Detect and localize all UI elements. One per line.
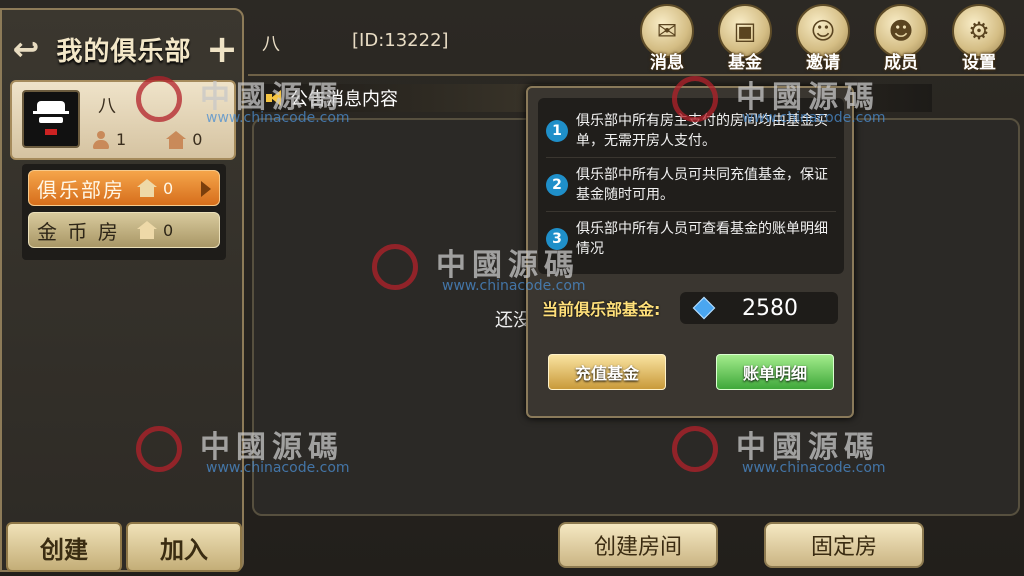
room-type-gold-room[interactable]: 金 币 房 0 <box>28 212 220 248</box>
room-type-label: 金 币 房 <box>37 219 120 244</box>
house-icon <box>137 221 157 239</box>
avatar-icon <box>33 99 69 139</box>
add-club-button[interactable]: + <box>202 27 242 71</box>
fund-tips: 1 俱乐部中所有房主支付的房间均由基金买单，无需开房人支付。 2 俱乐部中所有人… <box>538 98 844 274</box>
fund-buttons: 充值基金 账单明细 <box>548 354 834 390</box>
room-stat: 0 <box>166 130 202 149</box>
invite-label: 邀请 <box>806 53 840 73</box>
room-type-label: 俱乐部房 <box>37 177 125 202</box>
room-type-count: 0 <box>137 179 173 198</box>
notice-text: 公告消息内容 <box>290 89 398 110</box>
room-count: 0 <box>192 130 203 149</box>
message-label: 消息 <box>650 53 684 73</box>
top-club-id: [ID:13222] <box>352 30 449 51</box>
tip-text: 俱乐部中所有房主支付的房间均由基金买单，无需开房人支付。 <box>576 112 828 149</box>
avatar <box>22 90 80 148</box>
fund-tip: 2 俱乐部中所有人员可共同充值基金，保证基金随时可用。 <box>546 158 836 212</box>
club-card[interactable]: 八 1 0 <box>10 80 236 160</box>
club-stats: 1 0 <box>92 130 202 149</box>
tip-text: 俱乐部中所有人员可查看基金的账单明细情况 <box>576 221 828 257</box>
left-panel-title: 我的俱乐部 <box>56 36 192 67</box>
club-name: 八 <box>98 96 116 117</box>
members-button[interactable]: ☻ 成员 <box>870 4 932 73</box>
top-divider <box>248 74 1024 76</box>
fund-label: 基金 <box>728 53 762 73</box>
top-icon-bar: ✉ 消息 ▣ 基金 ☺ 邀请 ☻ 成员 ⚙ 设置 <box>636 4 1010 73</box>
tip-number-icon: 2 <box>546 173 568 196</box>
recharge-fund-button[interactable]: 充值基金 <box>548 354 666 390</box>
room-action-buttons: 创建房间 固定房 <box>558 522 924 568</box>
fund-balance-label: 当前俱乐部基金: <box>542 300 661 319</box>
top-club-name: 八 <box>262 34 280 55</box>
room-type-club-room[interactable]: 俱乐部房 0 <box>28 170 220 206</box>
back-arrow-icon[interactable]: ↩ <box>6 29 46 69</box>
members-label: 成员 <box>884 53 918 73</box>
room-type-count-value: 0 <box>163 220 174 240</box>
left-header: ↩ 我的俱乐部 + <box>6 24 242 74</box>
fund-tip: 3 俱乐部中所有人员可查看基金的账单明细情况 <box>546 212 836 266</box>
left-bottom-buttons: 创建 加入 <box>6 522 242 572</box>
invite-button[interactable]: ☺ 邀请 <box>792 4 854 73</box>
left-panel: ↩ 我的俱乐部 + 八 1 0 俱乐部房 0 金 币 房 0 创建 加入 <box>0 8 244 572</box>
fund-balance-box: 2580 <box>680 292 838 324</box>
member-stat: 1 <box>92 130 126 149</box>
join-club-button[interactable]: 加入 <box>126 522 242 572</box>
room-type-list: 俱乐部房 0 金 币 房 0 <box>22 164 226 260</box>
fund-button[interactable]: ▣ 基金 <box>714 4 776 73</box>
create-club-button[interactable]: 创建 <box>6 522 122 572</box>
bill-details-button[interactable]: 账单明细 <box>716 354 834 390</box>
tip-text: 俱乐部中所有人员可共同充值基金，保证基金随时可用。 <box>576 166 828 203</box>
speaker-icon <box>266 90 284 106</box>
fixed-room-button[interactable]: 固定房 <box>764 522 924 568</box>
settings-label: 设置 <box>962 53 996 73</box>
house-icon <box>137 179 157 197</box>
fund-tip: 1 俱乐部中所有房主支付的房间均由基金买单，无需开房人支付。 <box>546 104 836 158</box>
settings-button[interactable]: ⚙ 设置 <box>948 4 1010 73</box>
room-type-count: 0 <box>137 221 173 240</box>
diamond-icon <box>692 296 716 320</box>
room-type-count-value: 0 <box>163 178 174 198</box>
create-room-button[interactable]: 创建房间 <box>558 522 718 568</box>
tip-number-icon: 3 <box>546 228 568 250</box>
member-count: 1 <box>116 130 127 149</box>
house-icon <box>166 130 187 149</box>
message-button[interactable]: ✉ 消息 <box>636 4 698 73</box>
fund-balance-value: 2580 <box>742 295 798 321</box>
person-icon <box>92 130 110 149</box>
fund-popup: 1 俱乐部中所有房主支付的房间均由基金买单，无需开房人支付。 2 俱乐部中所有人… <box>526 86 854 418</box>
fund-balance-row: 当前俱乐部基金: 2580 <box>542 292 838 324</box>
tip-number-icon: 1 <box>546 119 568 142</box>
arrow-right-icon <box>201 181 211 197</box>
